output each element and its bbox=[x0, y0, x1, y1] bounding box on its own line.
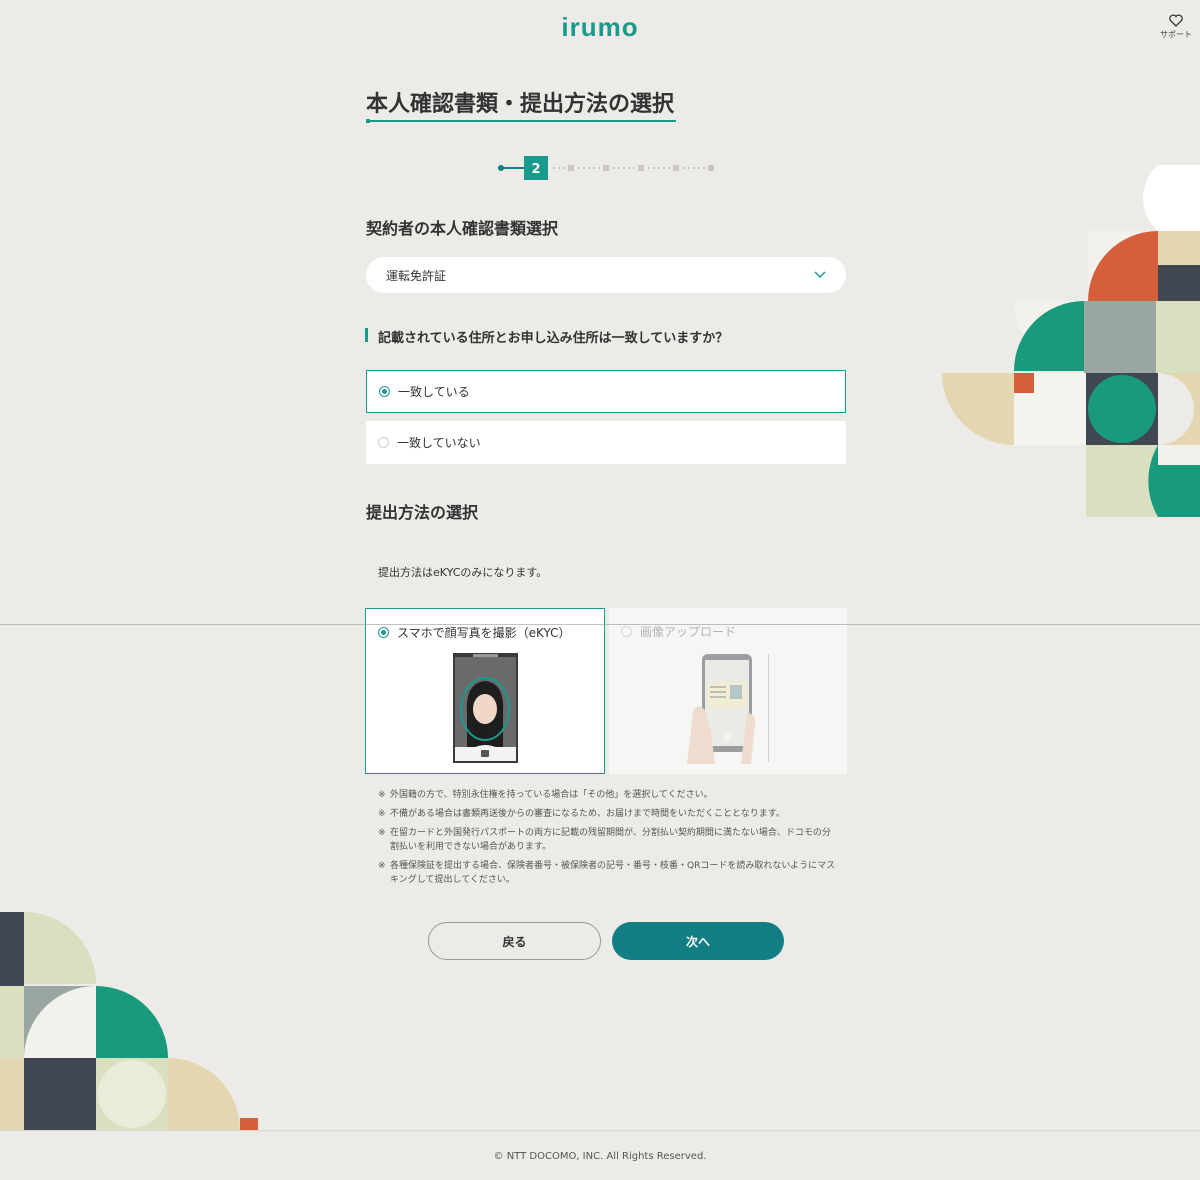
document-section-heading: 契約者の本人確認書類選択 bbox=[366, 219, 559, 238]
radio-disabled-icon bbox=[621, 626, 632, 637]
question-accent-bar bbox=[365, 328, 368, 342]
irumo-logo[interactable]: irumo bbox=[0, 12, 1200, 43]
submit-method-note: 提出方法はeKYCのみになります。 bbox=[378, 566, 548, 579]
ekyc-method-card[interactable]: スマホで顔写真を撮影（eKYC） bbox=[365, 608, 605, 774]
note-item: ※ 外国籍の方で、特別永住権を持っている場合は「その他」を選択してください。 bbox=[378, 790, 713, 800]
decorative-pattern-left bbox=[0, 912, 258, 1130]
next-button[interactable]: 次へ bbox=[612, 922, 784, 960]
chevron-down-icon bbox=[814, 271, 826, 279]
submit-section-heading: 提出方法の選択 bbox=[366, 503, 479, 522]
radio-checked-icon bbox=[378, 627, 389, 638]
note-item: ※ 各種保険証を提出する場合、保険者番号・被保険者の記号・番号・枝番・QRコードを… bbox=[378, 861, 836, 885]
document-type-select[interactable]: 運転免許証 bbox=[366, 257, 846, 293]
notes-list: ※ 外国籍の方で、特別永住権を持っている場合は「その他」を選択してください。 ※ 不… bbox=[378, 788, 838, 892]
step-current-number: 2 bbox=[531, 162, 540, 177]
address-question: 記載されている住所とお申し込み住所は一致していますか？ bbox=[378, 331, 729, 346]
document-type-value: 運転免許証 bbox=[386, 268, 447, 283]
note-item: ※ 在留カードと外国発行パスポートの両方に記載の残留期間が、分割払い契約期間に満た… bbox=[378, 828, 831, 852]
support-label: サポート bbox=[1160, 30, 1192, 39]
title-underline bbox=[366, 120, 676, 122]
decorative-pattern-right bbox=[942, 165, 1200, 517]
support-link[interactable]: サポート bbox=[1158, 14, 1194, 40]
horizontal-divider bbox=[0, 624, 1200, 625]
footer-divider bbox=[0, 1130, 1200, 1131]
address-match-label: 一致している bbox=[398, 385, 470, 399]
face-photo-illustration bbox=[453, 653, 518, 763]
phone-upload-illustration bbox=[687, 654, 769, 764]
page-title: 本人確認書類・提出方法の選択 bbox=[366, 92, 675, 117]
ekyc-method-label: スマホで顔写真を撮影（eKYC） bbox=[397, 626, 571, 640]
address-mismatch-option[interactable]: 一致していない bbox=[366, 421, 846, 464]
address-match-option[interactable]: 一致している bbox=[366, 370, 846, 413]
title-underline-dot bbox=[366, 119, 370, 123]
note-item: ※ 不備がある場合は書類再送後からの審査になるため、お届けまで時間をいただくことと… bbox=[378, 809, 785, 819]
back-button[interactable]: 戻る bbox=[428, 922, 601, 960]
progress-stepper: 2 bbox=[498, 156, 714, 180]
image-upload-method-label: 画像アップロード bbox=[640, 625, 737, 639]
address-mismatch-label: 一致していない bbox=[397, 436, 481, 450]
step-remaining-dots bbox=[553, 165, 714, 171]
image-upload-method-card[interactable]: 画像アップロード bbox=[609, 608, 847, 774]
radio-checked-icon bbox=[379, 386, 390, 397]
support-heart-icon bbox=[1169, 14, 1183, 27]
radio-unchecked-icon bbox=[378, 437, 389, 448]
footer-copyright: © NTT DOCOMO, INC. All Rights Reserved. bbox=[493, 1151, 707, 1162]
